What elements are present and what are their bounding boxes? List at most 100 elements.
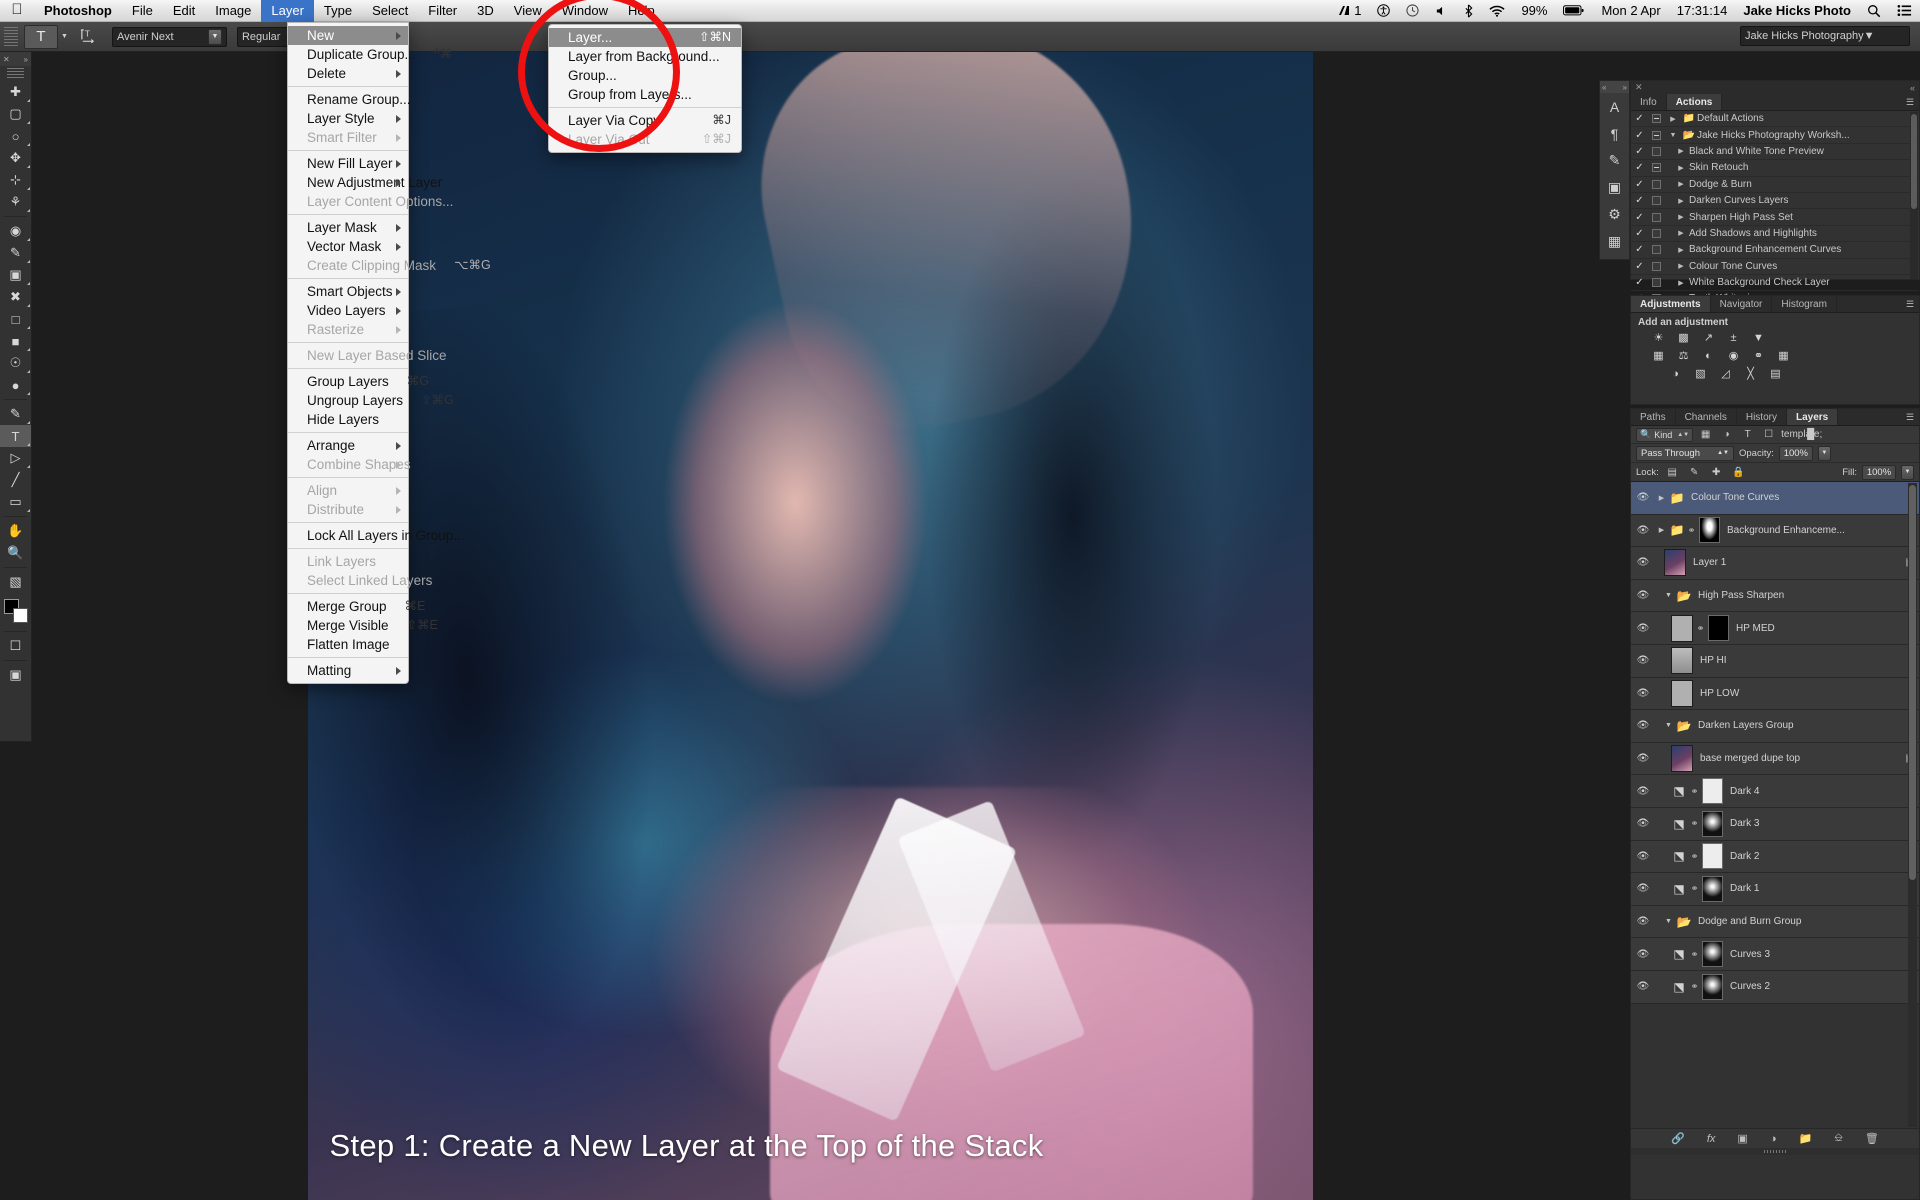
tab-histogram[interactable]: Histogram <box>1772 296 1837 312</box>
collapsed-panel-rail[interactable]: «» A ¶ ✎ ▣ ⚙ ▦ <box>1599 80 1630 260</box>
menu-select[interactable]: Select <box>362 0 418 22</box>
layer-thumbnail[interactable] <box>1671 614 1693 642</box>
menu-item-ungroup-layers[interactable]: Ungroup Layers ⇧⌘G <box>288 391 454 410</box>
eye-visibility-icon[interactable]: 👁 <box>1631 916 1655 927</box>
menu-item-new[interactable]: New <box>288 26 408 45</box>
action-row[interactable]: ✓ ▶ Add Shadows and Highlights <box>1631 226 1919 243</box>
action-dialog-toggle[interactable] <box>1648 196 1665 206</box>
delete-layer-icon[interactable]: 🗑 <box>1865 1132 1879 1145</box>
spot-healing-tool-icon[interactable]: ◉ <box>0 220 31 242</box>
text-orientation-icon[interactable]: T <box>76 25 102 49</box>
link-icon[interactable]: ⚭ <box>1695 623 1706 634</box>
action-dialog-toggle[interactable] <box>1648 261 1665 271</box>
menu-item-layer-from-background[interactable]: Layer from Background... <box>549 47 741 66</box>
chevron-right-icon[interactable]: ▶ <box>1665 115 1681 123</box>
action-check-icon[interactable]: ✓ <box>1631 130 1648 141</box>
layers-list[interactable]: 👁 ▶ 📁 Colour Tone Curves 👁 ▶ 📁 ⚭ Background Enha… <box>1631 482 1919 1128</box>
chevron-right-icon[interactable]: ▶ <box>1673 246 1689 254</box>
blend-mode-select[interactable]: Pass Through ▲▼ <box>1636 445 1734 461</box>
eye-visibility-icon[interactable]: 👁 <box>1631 981 1655 992</box>
layer-row[interactable]: 👁 ⬔ ⚭ Dark 4 <box>1631 775 1919 808</box>
layer-dropdown-menu[interactable]: New Duplicate Group... ^⌘ Delete Rename Grou… <box>287 22 491 684</box>
layers-button-bar[interactable]: 🔗 fx ▣ ◑ 📁 ⎒ 🗑 <box>1631 1128 1919 1148</box>
menu-type[interactable]: Type <box>314 0 362 22</box>
layer-mask-thumbnail[interactable] <box>1708 615 1729 642</box>
tab-navigator[interactable]: Navigator <box>1711 296 1773 312</box>
adjustments-row-3[interactable]: ◑ ▧ ◿ ╳ ▤ <box>1649 366 1919 381</box>
lasso-tool-icon[interactable]: ○ <box>0 125 31 147</box>
tab-info[interactable]: Info <box>1631 94 1667 110</box>
chevron-right-icon[interactable]: ▶ <box>1673 147 1689 155</box>
eye-visibility-icon[interactable]: 👁 <box>1631 655 1655 666</box>
new-submenu[interactable]: Layer... ⇧⌘N Layer from Background... Group… <box>548 24 742 153</box>
adjustments-row-2[interactable]: ▦ ⚖ ◐ ◉ ⚭ ▦ <box>1649 348 1919 363</box>
action-check-icon[interactable]: ✓ <box>1631 261 1648 272</box>
type-tool-icon[interactable]: T <box>0 425 31 447</box>
menu-file[interactable]: File <box>122 0 163 22</box>
menu-item-smart-objects[interactable]: Smart Objects <box>288 282 408 301</box>
history-brush-tool-icon[interactable]: ✖ <box>0 286 31 308</box>
eye-visibility-icon[interactable]: 👁 <box>1631 851 1655 862</box>
adjustments-row-1[interactable]: ☀ ▩ ↗ ± ▼ <box>1649 330 1919 345</box>
layer-thumbnail[interactable] <box>1671 679 1693 707</box>
link-icon[interactable]: ⚭ <box>1689 981 1700 992</box>
chevron-right-icon[interactable]: ▶ <box>1655 526 1668 534</box>
clone-stamp-tool-icon[interactable]: ▣ <box>0 264 31 286</box>
eye-visibility-icon[interactable]: 👁 <box>1631 492 1655 503</box>
crop-tool-icon[interactable]: ⊹ <box>0 169 31 191</box>
action-check-icon[interactable]: ✓ <box>1631 113 1648 124</box>
tab-adjustments[interactable]: Adjustments <box>1631 296 1711 312</box>
rail-header[interactable]: «» <box>1600 81 1629 93</box>
menu-item-flatten-image[interactable]: Flatten Image <box>288 635 408 654</box>
menu-item-duplicate-group[interactable]: Duplicate Group... ^⌘ <box>288 45 452 64</box>
close-icon[interactable]: ✕ <box>3 55 10 64</box>
layer-mask-thumbnail[interactable] <box>1699 517 1720 544</box>
wifi-icon[interactable] <box>1481 0 1513 22</box>
input-source-icon[interactable]: 1 <box>1330 0 1369 22</box>
actions-panel-titlebar[interactable]: ✕ « <box>1631 81 1919 94</box>
curves-adjustment-icon[interactable]: ⬔ <box>1669 817 1689 831</box>
selective-color-icon[interactable]: ╳ <box>1741 366 1760 381</box>
action-dialog-toggle[interactable] <box>1648 146 1665 156</box>
smart-object-filter-icon[interactable]: template; <box>1781 429 1822 440</box>
layer-style-icon[interactable]: fx <box>1707 1133 1716 1145</box>
action-check-icon[interactable]: ✓ <box>1631 277 1648 288</box>
action-check-icon[interactable]: ✓ <box>1631 195 1648 206</box>
menu-view[interactable]: View <box>504 0 552 22</box>
levels-icon[interactable]: ▩ <box>1674 330 1693 345</box>
expand-right-icon[interactable]: » <box>1623 83 1627 92</box>
layer-row[interactable]: 👁base merged dupe top▣ <box>1631 742 1919 776</box>
lock-all-icon[interactable]: 🔒 <box>1730 467 1747 478</box>
layer-row[interactable]: 👁 ▶ 📁 ⚭ Background Enhanceme... <box>1631 514 1919 548</box>
brush-panel-icon[interactable]: ✎ <box>1600 147 1629 174</box>
path-selection-tool-icon[interactable]: ▷ <box>0 447 31 469</box>
panel-menu-icon[interactable]: ☰ <box>1901 296 1919 312</box>
layer-row[interactable]: 👁 ⬔ ⚭ Dark 2 <box>1631 840 1919 874</box>
tab-paths[interactable]: Paths <box>1631 409 1676 425</box>
action-row[interactable]: ✓ ▶ Darken Curves Layers <box>1631 193 1919 210</box>
menu-item-arrange[interactable]: Arrange <box>288 436 408 455</box>
chevron-down-icon[interactable]: ▼ <box>1864 30 1875 42</box>
action-dialog-toggle[interactable] <box>1648 130 1665 140</box>
paragraph-panel-icon[interactable]: ¶ <box>1600 120 1629 147</box>
chevron-down-icon[interactable]: ▼ <box>1662 918 1675 925</box>
menu-item-layer-style[interactable]: Layer Style <box>288 109 408 128</box>
chevron-down-icon[interactable]: ▼ <box>1665 132 1681 139</box>
menu-layer[interactable]: Layer <box>261 0 314 22</box>
opacity-value[interactable]: 100% <box>1778 445 1813 461</box>
menu-item-group-from-layers[interactable]: Group from Layers... <box>549 85 741 104</box>
action-check-icon[interactable]: ✓ <box>1631 228 1648 239</box>
layer-row[interactable]: 👁 ⬔ ⚭ Dark 3 <box>1631 807 1919 841</box>
actions-scrollbar-thumb[interactable] <box>1911 114 1917 209</box>
blur-tool-icon[interactable]: ☉ <box>0 352 31 374</box>
chevron-right-icon[interactable]: ▶ <box>1673 213 1689 221</box>
chevron-down-icon[interactable]: ▼ <box>1662 592 1675 599</box>
eye-visibility-icon[interactable]: 👁 <box>1631 720 1655 731</box>
eye-visibility-icon[interactable]: 👁 <box>1631 590 1655 601</box>
eraser-tool-icon[interactable]: □ <box>0 308 31 330</box>
lock-row[interactable]: Lock: ▤ ✎ ✚ 🔒 Fill: 100% ▼ <box>1631 463 1919 482</box>
chevron-down-icon[interactable]: ▼ <box>1662 722 1675 729</box>
zoom-tool-icon[interactable]: 🔍 <box>0 542 31 564</box>
clone-source-panel-icon[interactable]: ▣ <box>1600 174 1629 201</box>
adjustments-icon-grid[interactable]: ☀ ▩ ↗ ± ▼ ▦ ⚖ ◐ ◉ ⚭ ▦ ◑ ▧ ◿ ╳ ▤ <box>1631 330 1919 381</box>
